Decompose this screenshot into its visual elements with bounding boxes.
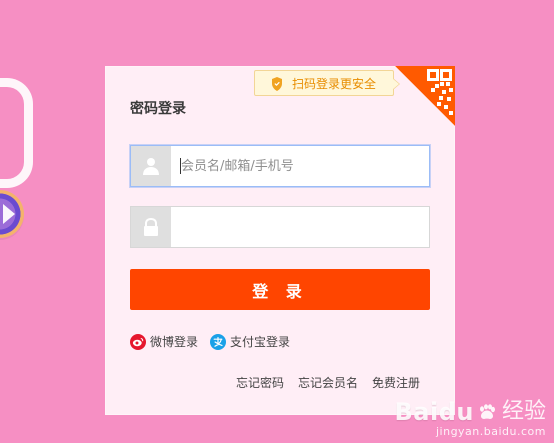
baidu-paw-icon — [479, 404, 495, 419]
alipay-icon — [210, 334, 227, 350]
shield-icon — [272, 77, 282, 91]
qr-code-icon[interactable] — [395, 66, 455, 126]
login-panel: 扫码登录更安全 密码登录 登 录 — [105, 66, 455, 415]
register-link[interactable]: 免费注册 — [372, 374, 420, 392]
username-icon-box — [131, 146, 171, 186]
password-icon-box — [131, 207, 171, 247]
watermark-cn: 经验 — [501, 399, 546, 424]
lock-icon — [144, 217, 158, 236]
username-field[interactable] — [130, 145, 430, 187]
user-icon — [143, 158, 159, 175]
alipay-login-link[interactable]: 支付宝登录 — [210, 333, 290, 351]
weibo-icon — [130, 334, 146, 350]
password-input[interactable] — [171, 207, 429, 247]
text-cursor — [180, 158, 181, 174]
weibo-login-link[interactable]: 微博登录 — [130, 333, 198, 351]
login-title: 密码登录 — [130, 101, 186, 117]
baidu-watermark: Baidu 经验 jingyan.baidu.com — [395, 400, 547, 437]
qr-code-corner[interactable] — [395, 66, 455, 126]
watermark-brand: Baidu — [394, 398, 474, 426]
login-button[interactable]: 登 录 — [130, 269, 430, 310]
arrow-chevron-icon — [3, 204, 15, 224]
forgot-username-link[interactable]: 忘记会员名 — [298, 374, 358, 392]
security-tip-text: 扫码登录更安全 — [292, 77, 377, 91]
username-input[interactable] — [171, 146, 429, 186]
weibo-login-label: 微博登录 — [150, 335, 199, 349]
security-tip: 扫码登录更安全 — [254, 70, 400, 96]
social-login: 微博登录 支付宝登录 — [130, 332, 290, 352]
forgot-password-link[interactable]: 忘记密码 — [236, 374, 284, 392]
account-links: 忘记密码 忘记会员名 免费注册 — [236, 374, 420, 392]
alipay-login-label: 支付宝登录 — [230, 335, 291, 349]
watermark-brand-row: Baidu 经验 — [395, 400, 547, 424]
watermark-url: jingyan.baidu.com — [435, 425, 546, 438]
background-brand-shape — [0, 78, 33, 188]
password-field[interactable] — [130, 206, 430, 248]
background-arrow-icon — [0, 190, 24, 238]
